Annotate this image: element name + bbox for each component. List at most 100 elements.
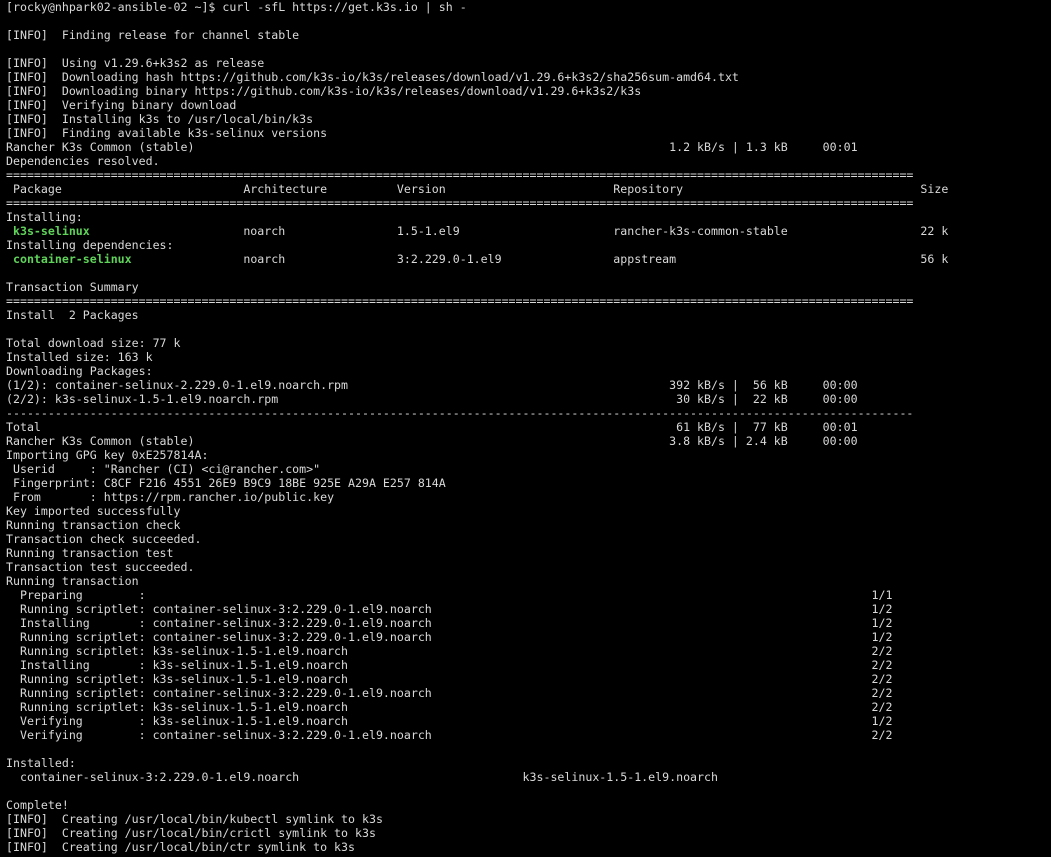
- terminal-text: Running scriptlet: container-selinux-3:2…: [6, 630, 893, 644]
- terminal-text: ========================================…: [6, 294, 914, 308]
- terminal-text: noarch 1.5-1.el9 rancher-k3s-common-stab…: [89, 224, 949, 238]
- terminal-line: [rocky@nhpark02-ansible-02 ~]$ curl -sfL…: [6, 0, 1051, 14]
- terminal-line: [INFO] Creating /usr/local/bin/ctr symli…: [6, 840, 1051, 854]
- terminal-text: Importing GPG key 0xE257814A:: [6, 448, 209, 462]
- terminal-line: [INFO] Creating /usr/local/bin/crictl sy…: [6, 826, 1051, 840]
- terminal-text: Installing:: [6, 210, 83, 224]
- terminal-line: [INFO] Downloading hash https://github.c…: [6, 70, 1051, 84]
- terminal-line: container-selinux noarch 3:2.229.0-1.el9…: [6, 252, 1051, 266]
- terminal-line: [INFO] Finding available k3s-selinux ver…: [6, 126, 1051, 140]
- terminal-line: k3s-selinux noarch 1.5-1.el9 rancher-k3s…: [6, 224, 1051, 238]
- terminal-line: Total 61 kB/s | 77 kB 00:01: [6, 420, 1051, 434]
- terminal-line: Installing:: [6, 210, 1051, 224]
- terminal-text: [INFO] Using v1.29.6+k3s2 as release: [6, 56, 265, 70]
- terminal-text: [INFO] Verifying binary download: [6, 98, 237, 112]
- terminal-text: Verifying : container-selinux-3:2.229.0-…: [6, 728, 893, 742]
- terminal-text: [INFO] Finding available k3s-selinux ver…: [6, 126, 328, 140]
- terminal-text: Installing dependencies:: [6, 238, 174, 252]
- terminal-text: (1/2): container-selinux-2.229.0-1.el9.n…: [6, 378, 858, 392]
- terminal-text: (2/2): k3s-selinux-1.5-1.el9.noarch.rpm …: [6, 392, 858, 406]
- terminal-line: Installed:: [6, 756, 1051, 770]
- terminal-line: Transaction test succeeded.: [6, 560, 1051, 574]
- terminal-line: Running transaction: [6, 574, 1051, 588]
- terminal-line: Installed size: 163 k: [6, 350, 1051, 364]
- terminal-line: Installing : container-selinux-3:2.229.0…: [6, 616, 1051, 630]
- terminal-text: ----------------------------------------…: [6, 406, 914, 420]
- terminal-line: Preparing : 1/1: [6, 588, 1051, 602]
- terminal-text: [INFO] Creating /usr/local/bin/kubectl s…: [6, 812, 383, 826]
- terminal-text: Installing : container-selinux-3:2.229.0…: [6, 616, 893, 630]
- terminal-line: Key imported successfully: [6, 504, 1051, 518]
- terminal-line: Running scriptlet: k3s-selinux-1.5-1.el9…: [6, 672, 1051, 686]
- terminal-text: [INFO] Downloading binary https://github…: [6, 84, 642, 98]
- terminal-text: ========================================…: [6, 168, 914, 182]
- terminal-text: Rancher K3s Common (stable) 1.2 kB/s | 1…: [6, 140, 858, 154]
- terminal-text: Installed:: [6, 756, 76, 770]
- terminal-line: ----------------------------------------…: [6, 406, 1051, 420]
- terminal-text: Running transaction: [6, 574, 139, 588]
- terminal-text: Key imported successfully: [6, 504, 181, 518]
- terminal-text: Fingerprint: C8CF F216 4551 26E9 B9C9 18…: [6, 476, 446, 490]
- terminal-text: Total 61 kB/s | 77 kB 00:01: [6, 420, 858, 434]
- terminal-output[interactable]: [rocky@nhpark02-ansible-02 ~]$ curl -sfL…: [0, 0, 1051, 857]
- terminal-line: Running scriptlet: container-selinux-3:2…: [6, 602, 1051, 616]
- terminal-line: [INFO] Finding release for channel stabl…: [6, 28, 1051, 42]
- terminal-line: ========================================…: [6, 294, 1051, 308]
- terminal-line: Transaction Summary: [6, 280, 1051, 294]
- terminal-line: Userid : "Rancher (CI) <ci@rancher.com>": [6, 462, 1051, 476]
- terminal-text: Running scriptlet: k3s-selinux-1.5-1.el9…: [6, 700, 893, 714]
- terminal-text: [INFO] Downloading hash https://github.c…: [6, 70, 739, 84]
- terminal-text: [INFO] Installing k3s to /usr/local/bin/…: [6, 112, 314, 126]
- terminal-text: Total download size: 77 k: [6, 336, 181, 350]
- terminal-text: [INFO] Finding release for channel stabl…: [6, 28, 300, 42]
- terminal-text: Running transaction test: [6, 546, 174, 560]
- terminal-text: Transaction test succeeded.: [6, 560, 195, 574]
- terminal-line: Downloading Packages:: [6, 364, 1051, 378]
- terminal-text: Running scriptlet: container-selinux-3:2…: [6, 686, 893, 700]
- terminal-text: ========================================…: [6, 196, 914, 210]
- terminal-line: Package Architecture Version Repository …: [6, 182, 1051, 196]
- terminal-line: Complete!: [6, 798, 1051, 812]
- terminal-text: [rocky@nhpark02-ansible-02 ~]$ curl -sfL…: [6, 0, 467, 14]
- package-name-highlight: container-selinux: [12, 252, 132, 266]
- terminal-text: [INFO] Creating /usr/local/bin/ctr symli…: [6, 840, 356, 854]
- terminal-line: Running scriptlet: k3s-selinux-1.5-1.el9…: [6, 644, 1051, 658]
- terminal-text: [INFO] Creating /usr/local/bin/crictl sy…: [6, 826, 376, 840]
- terminal-line: Running scriptlet: container-selinux-3:2…: [6, 630, 1051, 644]
- terminal-text: Installing : k3s-selinux-1.5-1.el9.noarc…: [6, 658, 893, 672]
- terminal-text: Package Architecture Version Repository …: [6, 182, 949, 196]
- package-name-highlight: k3s-selinux: [12, 224, 90, 238]
- terminal-text: Preparing : 1/1: [6, 588, 893, 602]
- terminal-line: ========================================…: [6, 196, 1051, 210]
- terminal-text: Userid : "Rancher (CI) <ci@rancher.com>": [6, 462, 321, 476]
- terminal-text: Transaction check succeeded.: [6, 532, 202, 546]
- terminal-line: [INFO] Downloading binary https://github…: [6, 84, 1051, 98]
- terminal-line: Dependencies resolved.: [6, 154, 1051, 168]
- terminal-line: From : https://rpm.rancher.io/public.key: [6, 490, 1051, 504]
- terminal-line: Running transaction check: [6, 518, 1051, 532]
- terminal-line: [INFO] Installing k3s to /usr/local/bin/…: [6, 112, 1051, 126]
- terminal-text: From : https://rpm.rancher.io/public.key: [6, 490, 335, 504]
- terminal-line: Running scriptlet: container-selinux-3:2…: [6, 686, 1051, 700]
- terminal-line: Total download size: 77 k: [6, 336, 1051, 350]
- terminal-line: Install 2 Packages: [6, 308, 1051, 322]
- terminal-line: Importing GPG key 0xE257814A:: [6, 448, 1051, 462]
- terminal-line: Installing : k3s-selinux-1.5-1.el9.noarc…: [6, 658, 1051, 672]
- terminal-text: Installed size: 163 k: [6, 350, 153, 364]
- terminal-line: Verifying : k3s-selinux-1.5-1.el9.noarch…: [6, 714, 1051, 728]
- terminal-text: Running scriptlet: container-selinux-3:2…: [6, 602, 893, 616]
- terminal-text: Rancher K3s Common (stable) 3.8 kB/s | 2…: [6, 434, 858, 448]
- terminal-line: Running transaction test: [6, 546, 1051, 560]
- terminal-text: Verifying : k3s-selinux-1.5-1.el9.noarch…: [6, 714, 893, 728]
- terminal-line: Verifying : container-selinux-3:2.229.0-…: [6, 728, 1051, 742]
- terminal-text: Transaction Summary: [6, 280, 139, 294]
- terminal-line: [INFO] Using v1.29.6+k3s2 as release: [6, 56, 1051, 70]
- terminal-line: Running scriptlet: k3s-selinux-1.5-1.el9…: [6, 700, 1051, 714]
